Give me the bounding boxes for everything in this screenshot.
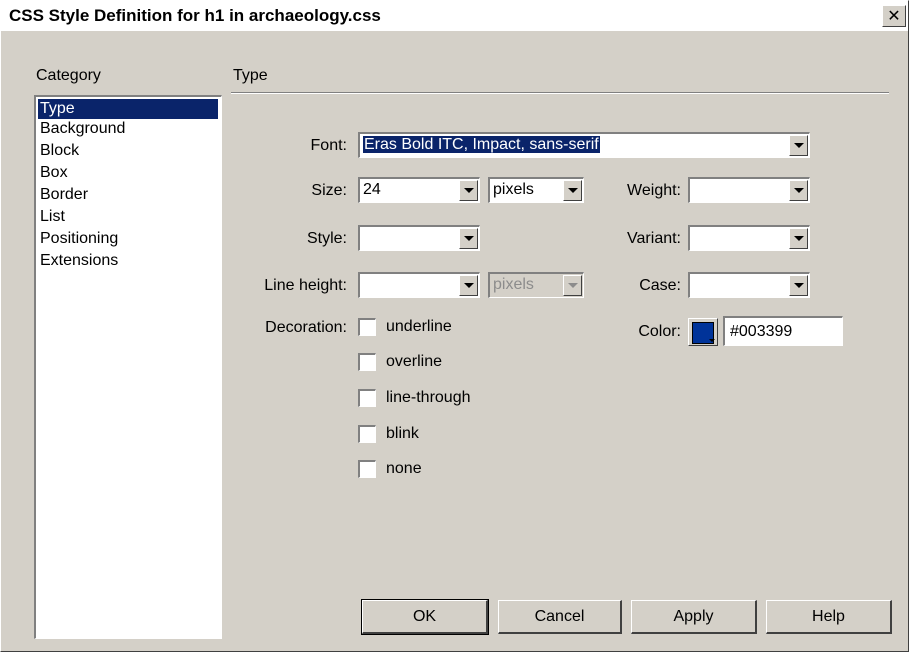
line-height-unit-value: pixels [493,276,534,293]
category-item-border[interactable]: Border [38,185,218,205]
variant-label: Variant: [627,230,681,247]
none-checkbox[interactable] [358,460,376,478]
heading-divider [231,92,889,94]
variant-select[interactable] [688,225,810,251]
underline-label[interactable]: underline [386,318,452,336]
font-value: Eras Bold ITC, Impact, sans-serif [363,136,600,153]
size-dropdown-button[interactable] [459,180,478,201]
case-dropdown-button[interactable] [789,275,808,296]
case-label: Case: [639,277,681,294]
color-value: #003399 [730,323,793,340]
category-item-list[interactable]: List [38,207,218,227]
color-label: Color: [638,323,681,340]
category-list[interactable]: Type Background Block Box Border List Po… [34,95,222,639]
line-through-checkbox[interactable] [358,389,376,407]
line-height-label: Line height: [264,277,347,294]
category-item-block[interactable]: Block [38,141,218,161]
size-unit-dropdown-button[interactable] [563,180,582,201]
blink-checkbox[interactable] [358,425,376,443]
category-item-extensions[interactable]: Extensions [38,251,218,271]
css-style-dialog: CSS Style Definition for h1 in archaeolo… [0,0,909,652]
style-label: Style: [306,230,347,247]
close-button[interactable]: ✕ [882,5,906,27]
overline-checkbox[interactable] [358,353,376,371]
category-label: Category [36,67,101,84]
chevron-down-icon [793,188,804,193]
chevron-down-icon [709,339,715,342]
chevron-down-icon [567,188,578,193]
chevron-down-icon [567,283,578,288]
size-label: Size: [311,182,347,199]
cancel-button[interactable]: Cancel [498,600,622,634]
chevron-down-icon [793,143,804,148]
size-value: 24 [363,181,381,198]
line-through-label[interactable]: line-through [386,389,471,407]
category-item-type[interactable]: Type [38,99,218,119]
underline-checkbox[interactable] [358,318,376,336]
size-unit-value: pixels [493,181,534,198]
panel-heading: Type [233,67,268,84]
category-item-positioning[interactable]: Positioning [38,229,218,249]
case-select[interactable] [688,272,810,298]
chevron-down-icon [463,188,474,193]
ok-button[interactable]: OK [361,599,489,635]
font-label: Font: [310,137,347,154]
line-height-select[interactable] [358,272,480,298]
chevron-down-icon [793,236,804,241]
style-select[interactable] [358,225,480,251]
weight-dropdown-button[interactable] [789,180,808,201]
close-icon: ✕ [887,8,901,25]
title-bar[interactable]: CSS Style Definition for h1 in archaeolo… [1,1,908,31]
line-height-dropdown-button[interactable] [459,275,478,296]
weight-select[interactable] [688,177,810,203]
apply-button[interactable]: Apply [631,600,757,634]
decoration-label: Decoration: [265,319,347,336]
color-input[interactable]: #003399 [723,316,843,346]
category-item-background[interactable]: Background [38,119,218,139]
line-height-unit-dropdown-button [563,275,582,296]
style-dropdown-button[interactable] [459,228,478,249]
font-dropdown-button[interactable] [789,135,808,156]
help-button[interactable]: Help [766,600,892,634]
variant-dropdown-button[interactable] [789,228,808,249]
weight-label: Weight: [627,182,681,199]
chevron-down-icon [793,283,804,288]
size-select[interactable]: 24 [358,177,480,203]
font-select[interactable]: Eras Bold ITC, Impact, sans-serif [358,132,810,158]
category-item-box[interactable]: Box [38,163,218,183]
window-title: CSS Style Definition for h1 in archaeolo… [9,6,381,25]
blink-label[interactable]: blink [386,425,419,443]
chevron-down-icon [463,236,474,241]
none-label[interactable]: none [386,460,422,478]
line-height-unit-select: pixels [488,272,584,298]
chevron-down-icon [463,283,474,288]
overline-label[interactable]: overline [386,353,442,371]
color-picker-button[interactable] [688,318,718,346]
size-unit-select[interactable]: pixels [488,177,584,203]
